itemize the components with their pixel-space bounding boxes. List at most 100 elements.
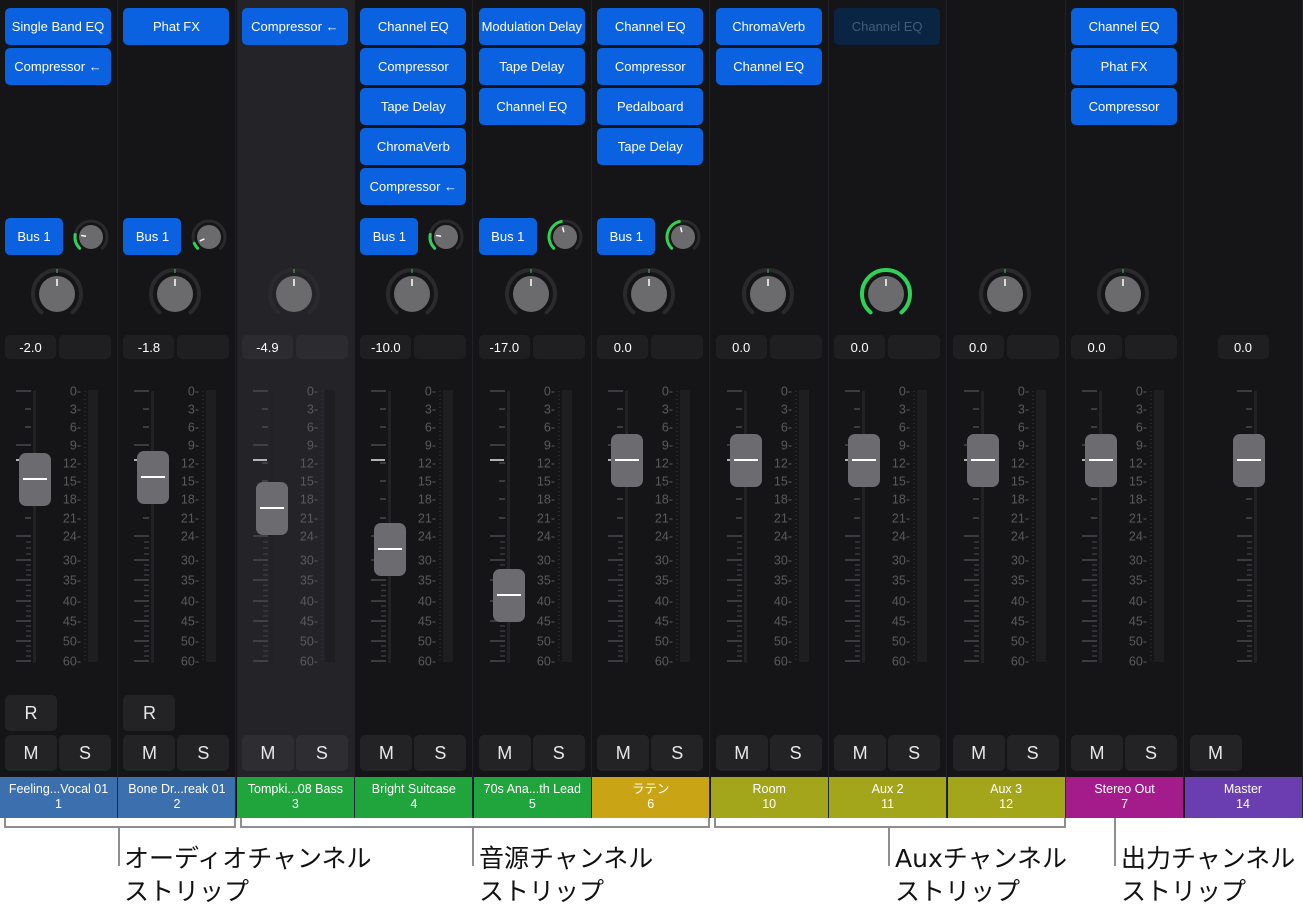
volume-fader-handle[interactable] bbox=[374, 523, 407, 576]
track-name-label[interactable]: Bone Dr...reak 01 2 bbox=[118, 777, 237, 818]
channel-strip-10[interactable]: Channel EQ Phat FX Compressor 0.0 0- 3- 6- 9- 12… bbox=[1066, 0, 1185, 818]
pan-knob[interactable] bbox=[266, 266, 322, 322]
volume-fader-handle[interactable] bbox=[1085, 434, 1118, 487]
mute-button[interactable]: M bbox=[5, 735, 57, 771]
channel-strip-2[interactable]: Phat FX Bus 1 -1.8 0- 3- 6- 9- 12- 15- 18- 21- 24- 3… bbox=[118, 0, 237, 818]
plugin-slot[interactable]: Channel EQ bbox=[597, 8, 704, 45]
solo-button[interactable]: S bbox=[1125, 735, 1178, 771]
mute-button[interactable]: M bbox=[952, 735, 1005, 771]
channel-strip-11[interactable]: 0.0 M Master 14 bbox=[1184, 0, 1303, 818]
mute-button[interactable]: M bbox=[834, 735, 887, 771]
volume-readout[interactable]: -17.0 bbox=[478, 335, 530, 359]
track-name-label[interactable]: Feeling...Vocal 01 1 bbox=[0, 777, 118, 818]
mute-button[interactable]: M bbox=[1071, 735, 1124, 771]
solo-button[interactable]: S bbox=[414, 735, 467, 771]
volume-readout[interactable]: 0.0 bbox=[834, 335, 886, 359]
plugin-slot-bypassed[interactable]: Channel EQ bbox=[834, 8, 941, 45]
track-name-label[interactable]: ラテン 6 bbox=[592, 777, 711, 818]
volume-fader-handle[interactable] bbox=[729, 434, 762, 487]
record-enable-button[interactable]: R bbox=[5, 695, 57, 731]
channel-strip-1[interactable]: Single Band EQ Compressor ← Bus 1 -2.0 0- 3- 6… bbox=[0, 0, 118, 818]
volume-readout[interactable]: 0.0 bbox=[1071, 335, 1123, 359]
volume-readout[interactable]: -1.8 bbox=[123, 335, 175, 359]
plugin-slot[interactable]: ChromaVerb bbox=[360, 128, 467, 165]
volume-fader-handle[interactable] bbox=[492, 568, 525, 622]
send-level-knob[interactable] bbox=[664, 218, 702, 256]
solo-button[interactable]: S bbox=[651, 735, 704, 771]
volume-fader-handle[interactable] bbox=[611, 434, 644, 487]
pan-knob[interactable] bbox=[147, 266, 203, 322]
pan-knob[interactable] bbox=[858, 266, 914, 322]
send-level-knob[interactable] bbox=[190, 218, 228, 256]
mute-button[interactable]: M bbox=[1189, 735, 1242, 771]
peak-readout[interactable] bbox=[651, 335, 704, 359]
solo-button[interactable]: S bbox=[532, 735, 585, 771]
channel-strip-3[interactable]: Compressor ← -4.9 0- 3- 6- 9- 12- 15- 18- 21- 24- 3… bbox=[236, 0, 355, 818]
channel-strip-8[interactable]: Channel EQ 0.0 0- 3- 6- 9- 12- 15- 18- 21- 24- 30- 3… bbox=[829, 0, 948, 818]
plugin-slot[interactable]: ChromaVerb bbox=[715, 8, 822, 45]
volume-fader-handle[interactable] bbox=[1232, 434, 1265, 487]
peak-readout[interactable] bbox=[1125, 335, 1178, 359]
solo-button[interactable]: S bbox=[769, 735, 822, 771]
peak-readout[interactable] bbox=[177, 335, 230, 359]
record-enable-button[interactable]: R bbox=[123, 695, 176, 731]
volume-readout[interactable]: 0.0 bbox=[597, 335, 649, 359]
channel-strip-9[interactable]: 0.0 0- 3- 6- 9- 12- 15- 18- 21- 24- 30- 35- 40- 45- 50… bbox=[947, 0, 1066, 818]
send-bus-button[interactable]: Bus 1 bbox=[5, 218, 63, 255]
track-name-label[interactable]: Aux 2 11 bbox=[829, 777, 948, 818]
mute-button[interactable]: M bbox=[123, 735, 176, 771]
volume-readout[interactable]: -2.0 bbox=[5, 335, 56, 359]
volume-readout[interactable]: -10.0 bbox=[360, 335, 412, 359]
plugin-slot[interactable]: Single Band EQ bbox=[5, 8, 111, 45]
plugin-slot[interactable]: Tape Delay bbox=[478, 48, 585, 85]
plugin-slot[interactable]: Pedalboard bbox=[597, 88, 704, 125]
solo-button[interactable]: S bbox=[295, 735, 348, 771]
peak-readout[interactable] bbox=[295, 335, 348, 359]
volume-fader-handle[interactable] bbox=[966, 434, 999, 487]
plugin-slot[interactable]: Channel EQ bbox=[478, 88, 585, 125]
plugin-slot[interactable]: Compressor ← bbox=[241, 8, 348, 45]
pan-knob[interactable] bbox=[740, 266, 796, 322]
peak-readout[interactable] bbox=[769, 335, 822, 359]
plugin-slot[interactable]: Channel EQ bbox=[1071, 8, 1178, 45]
track-name-label[interactable]: Stereo Out 7 bbox=[1066, 777, 1185, 818]
peak-readout[interactable] bbox=[1006, 335, 1059, 359]
pan-knob[interactable] bbox=[384, 266, 440, 322]
volume-fader-handle[interactable] bbox=[848, 434, 881, 487]
plugin-slot[interactable]: Channel EQ bbox=[360, 8, 467, 45]
mute-button[interactable]: M bbox=[360, 735, 413, 771]
track-name-label[interactable]: Room 10 bbox=[710, 777, 829, 818]
track-name-label[interactable]: Master 14 bbox=[1184, 777, 1303, 818]
plugin-slot[interactable]: Channel EQ bbox=[715, 48, 822, 85]
pan-knob[interactable] bbox=[503, 266, 559, 322]
mute-button[interactable]: M bbox=[597, 735, 650, 771]
send-bus-button[interactable]: Bus 1 bbox=[123, 218, 182, 255]
volume-readout[interactable]: 0.0 bbox=[715, 335, 767, 359]
plugin-slot[interactable]: Tape Delay bbox=[597, 128, 704, 165]
channel-strip-4[interactable]: Channel EQ Compressor Tape Delay ChromaVerb… bbox=[355, 0, 474, 818]
solo-button[interactable]: S bbox=[888, 735, 941, 771]
volume-fader-handle[interactable] bbox=[137, 451, 170, 505]
send-level-knob[interactable] bbox=[427, 218, 465, 256]
volume-fader-handle[interactable] bbox=[255, 481, 288, 535]
pan-knob[interactable] bbox=[29, 266, 85, 322]
send-bus-button[interactable]: Bus 1 bbox=[478, 218, 537, 255]
volume-readout[interactable]: 0.0 bbox=[952, 335, 1004, 359]
send-level-knob[interactable] bbox=[546, 218, 584, 256]
peak-readout[interactable] bbox=[414, 335, 467, 359]
plugin-slot[interactable]: Compressor bbox=[360, 48, 467, 85]
channel-strip-7[interactable]: ChromaVerb Channel EQ 0.0 0- 3- 6- 9- 12- 15- 18-… bbox=[710, 0, 829, 818]
mute-button[interactable]: M bbox=[241, 735, 294, 771]
plugin-slot[interactable]: Tape Delay bbox=[360, 88, 467, 125]
send-level-knob[interactable] bbox=[72, 218, 110, 256]
plugin-slot[interactable]: Compressor bbox=[597, 48, 704, 85]
plugin-slot[interactable]: Compressor bbox=[1071, 88, 1178, 125]
send-bus-button[interactable]: Bus 1 bbox=[597, 218, 656, 255]
solo-button[interactable]: S bbox=[1006, 735, 1059, 771]
pan-knob[interactable] bbox=[977, 266, 1033, 322]
plugin-slot[interactable]: Phat FX bbox=[123, 8, 230, 45]
track-name-label[interactable]: Bright Suitcase 4 bbox=[355, 777, 474, 818]
track-name-label[interactable]: Tompki...08 Bass 3 bbox=[236, 777, 355, 818]
track-name-label[interactable]: Aux 3 12 bbox=[947, 777, 1066, 818]
send-bus-button[interactable]: Bus 1 bbox=[360, 218, 419, 255]
